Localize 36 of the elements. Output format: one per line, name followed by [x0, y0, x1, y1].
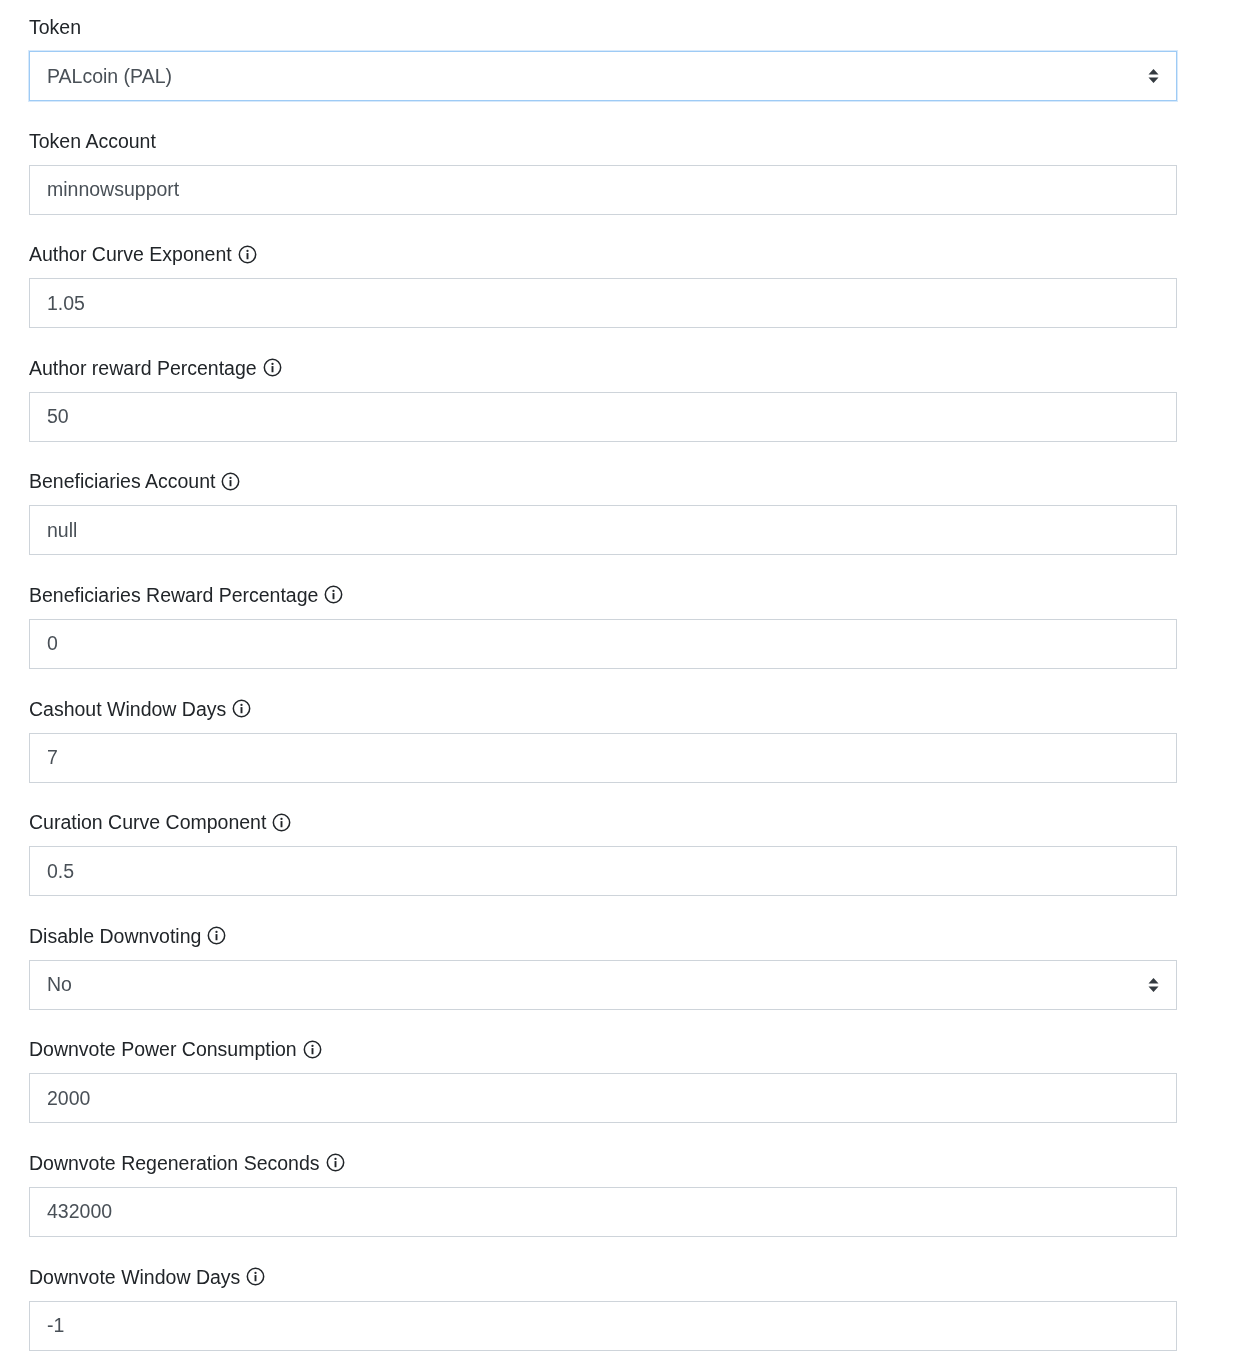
info-icon[interactable] — [232, 699, 252, 719]
field-label: Token — [29, 15, 82, 39]
field-label: Cashout Window Days — [29, 696, 227, 721]
field-label: Beneficiaries Account — [29, 469, 216, 494]
info-icon[interactable] — [237, 244, 257, 264]
info-icon[interactable] — [302, 1039, 322, 1059]
info-icon[interactable] — [324, 585, 344, 605]
field-label: Beneficiaries Reward Percentage — [29, 582, 319, 607]
select-field[interactable]: No — [29, 959, 1177, 1010]
info-icon[interactable] — [221, 471, 241, 491]
input-field[interactable]: -1 — [29, 1300, 1177, 1351]
field-label: Downvote Window Days — [29, 1264, 241, 1289]
info-icon[interactable] — [262, 358, 282, 378]
caret-icon — [1148, 976, 1159, 993]
field-label: Downvote Regeneration Seconds — [29, 1150, 320, 1175]
field-label: Downvote Power Consumption — [29, 1037, 297, 1062]
input-field[interactable]: 0.5 — [29, 846, 1177, 897]
field-label: Author Curve Exponent — [29, 242, 232, 267]
input-field[interactable]: 50 — [29, 391, 1177, 442]
select-field[interactable]: PALcoin (PAL) — [29, 51, 1177, 101]
info-icon[interactable] — [272, 812, 292, 832]
info-icon[interactable] — [246, 1267, 266, 1287]
field-label: Author reward Percentage — [29, 355, 257, 380]
caret-icon — [1148, 68, 1159, 84]
input-field[interactable]: 1.05 — [29, 278, 1177, 329]
info-icon[interactable] — [207, 926, 227, 946]
input-field[interactable]: 7 — [29, 732, 1177, 783]
input-field[interactable]: null — [29, 505, 1177, 556]
info-icon[interactable] — [325, 1153, 345, 1173]
field-label: Curation Curve Component — [29, 810, 267, 835]
input-field[interactable]: 2000 — [29, 1073, 1177, 1124]
input-field[interactable]: 432000 — [29, 1186, 1177, 1237]
input-field[interactable]: minnowsupport — [29, 164, 1177, 215]
field-label: Token Account — [29, 128, 156, 153]
field-label: Disable Downvoting — [29, 923, 202, 948]
input-field[interactable]: 0 — [29, 618, 1177, 669]
